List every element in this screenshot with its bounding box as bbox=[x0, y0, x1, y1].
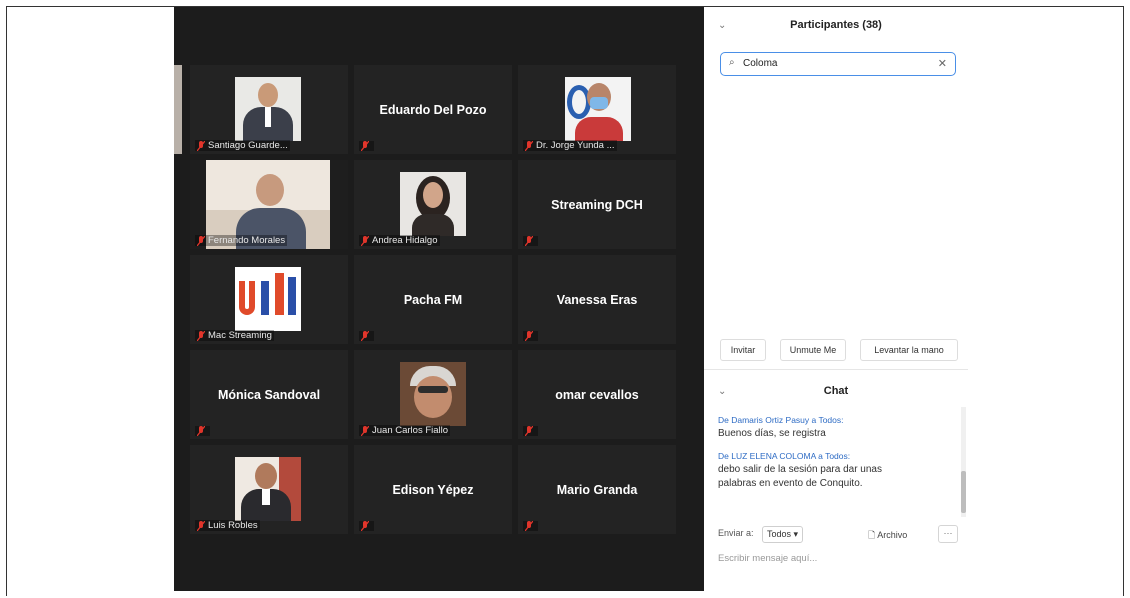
muted-mic-icon bbox=[525, 140, 533, 151]
muted-mic-icon bbox=[197, 235, 205, 246]
side-panel: ⌄ Participantes (38) ⌕ Coloma ✕ Invitar … bbox=[704, 7, 968, 591]
search-value: Coloma bbox=[743, 58, 778, 69]
more-options-icon[interactable]: ⋯ bbox=[938, 525, 958, 543]
send-to-row: Enviar a: Todos ▾ 🗋 Archivo ⋯ bbox=[718, 525, 958, 546]
participant-name-label: Andrea Hidalgo bbox=[359, 235, 440, 246]
video-tile[interactable]: Streaming DCH bbox=[518, 160, 676, 249]
logo-image bbox=[235, 267, 301, 331]
scrollbar-thumb[interactable] bbox=[961, 471, 966, 513]
video-tile[interactable]: Mario Granda bbox=[518, 445, 676, 534]
participant-name-label bbox=[523, 521, 538, 531]
participant-name-label bbox=[195, 426, 210, 436]
video-tile[interactable]: Dr. Jorge Yunda ... bbox=[518, 65, 676, 154]
message-sender[interactable]: De LUZ ELENA COLOMA a Todos: bbox=[718, 451, 958, 461]
participant-video bbox=[565, 77, 631, 141]
video-tile[interactable]: Vanessa Eras bbox=[518, 255, 676, 344]
panel-divider bbox=[704, 369, 968, 370]
participant-name-label: Juan Carlos Fiallo bbox=[359, 425, 451, 436]
file-icon: 🗋 bbox=[868, 530, 876, 540]
participant-name-label: Dr. Jorge Yunda ... bbox=[523, 140, 617, 151]
unmute-me-button[interactable]: Unmute Me bbox=[780, 339, 846, 361]
participants-title: Participantes (38) bbox=[790, 19, 882, 31]
muted-mic-icon bbox=[525, 236, 533, 246]
chat-header: ⌄ Chat bbox=[704, 373, 968, 409]
chat-messages: De Damaris Ortiz Pasuy a Todos: Buenos d… bbox=[718, 415, 958, 491]
muted-mic-icon bbox=[525, 521, 533, 531]
participant-name-label: Fernando Morales bbox=[195, 235, 288, 246]
chat-compose-input[interactable]: Escribir mensaje aquí... bbox=[718, 553, 817, 564]
participant-name-label bbox=[359, 521, 374, 531]
partial-video-tile bbox=[174, 65, 182, 154]
muted-mic-icon bbox=[525, 426, 533, 436]
participant-name: Vanessa Eras bbox=[556, 292, 638, 307]
message-text: Buenos días, se registra bbox=[718, 428, 826, 439]
muted-mic-icon bbox=[361, 141, 369, 151]
muted-mic-icon bbox=[525, 331, 533, 341]
participant-name-label: Luis Robles bbox=[195, 520, 260, 531]
participant-name-label bbox=[523, 426, 538, 436]
file-button[interactable]: 🗋 Archivo bbox=[868, 528, 907, 544]
muted-mic-icon bbox=[197, 426, 205, 436]
participant-video bbox=[235, 457, 301, 521]
video-tile[interactable]: Pacha FM bbox=[354, 255, 512, 344]
raise-hand-button[interactable]: Levantar la mano bbox=[860, 339, 958, 361]
video-tile[interactable]: Mac Streaming bbox=[190, 255, 348, 344]
participant-name-label bbox=[359, 331, 374, 341]
participants-header: ⌄ Participantes (38) bbox=[704, 7, 968, 43]
muted-mic-icon bbox=[361, 235, 369, 246]
muted-mic-icon bbox=[197, 140, 205, 151]
muted-mic-icon bbox=[197, 330, 205, 341]
participant-video bbox=[400, 362, 466, 426]
participant-name-label bbox=[359, 141, 374, 151]
video-tile[interactable]: Luis Robles bbox=[190, 445, 348, 534]
participant-search-input[interactable]: ⌕ Coloma ✕ bbox=[720, 52, 956, 76]
message-sender[interactable]: De Damaris Ortiz Pasuy a Todos: bbox=[718, 415, 958, 425]
muted-mic-icon bbox=[361, 331, 369, 341]
chat-scrollbar[interactable] bbox=[961, 407, 966, 517]
participant-name: omar cevallos bbox=[555, 387, 639, 402]
video-tile[interactable]: omar cevallos bbox=[518, 350, 676, 439]
participant-video bbox=[235, 77, 301, 141]
participant-name: Pacha FM bbox=[403, 292, 463, 307]
participant-name-label bbox=[523, 331, 538, 341]
participant-name: Mónica Sandoval bbox=[217, 387, 321, 402]
chat-message: De LUZ ELENA COLOMA a Todos: debo salir … bbox=[718, 451, 958, 491]
video-tile[interactable]: Mónica Sandoval bbox=[190, 350, 348, 439]
participant-name-label bbox=[523, 236, 538, 246]
send-to-dropdown[interactable]: Todos ▾ bbox=[762, 526, 804, 543]
muted-mic-icon bbox=[197, 520, 205, 531]
participant-video bbox=[400, 172, 466, 236]
video-tile[interactable]: Edison Yépez bbox=[354, 445, 512, 534]
send-to-label: Enviar a: bbox=[718, 528, 754, 538]
muted-mic-icon bbox=[361, 521, 369, 531]
video-tile[interactable]: Andrea Hidalgo bbox=[354, 160, 512, 249]
clear-search-icon[interactable]: ✕ bbox=[938, 57, 947, 70]
video-tile[interactable]: Fernando Morales bbox=[190, 160, 348, 249]
participant-name: Streaming DCH bbox=[551, 197, 643, 212]
video-tile[interactable]: Juan Carlos Fiallo bbox=[354, 350, 512, 439]
participant-name-label: Santiago Guarde... bbox=[195, 140, 290, 151]
invite-button[interactable]: Invitar bbox=[720, 339, 766, 361]
chat-message: De Damaris Ortiz Pasuy a Todos: Buenos d… bbox=[718, 415, 958, 441]
participant-name-label: Mac Streaming bbox=[195, 330, 274, 341]
video-tile[interactable]: Santiago Guarde... bbox=[190, 65, 348, 154]
video-gallery: Santiago Guarde... Eduardo Del Pozo Dr. … bbox=[174, 7, 704, 591]
participant-name: Edison Yépez bbox=[392, 482, 474, 497]
muted-mic-icon bbox=[361, 425, 369, 436]
participant-name: Mario Granda bbox=[556, 482, 638, 497]
video-tile[interactable]: Eduardo Del Pozo bbox=[354, 65, 512, 154]
search-icon: ⌕ bbox=[729, 57, 735, 68]
chevron-down-icon: ▾ bbox=[793, 529, 799, 539]
chat-title: Chat bbox=[823, 385, 849, 397]
participant-name: Eduardo Del Pozo bbox=[379, 102, 487, 117]
message-text: debo salir de la sesión para dar unas pa… bbox=[718, 464, 882, 489]
